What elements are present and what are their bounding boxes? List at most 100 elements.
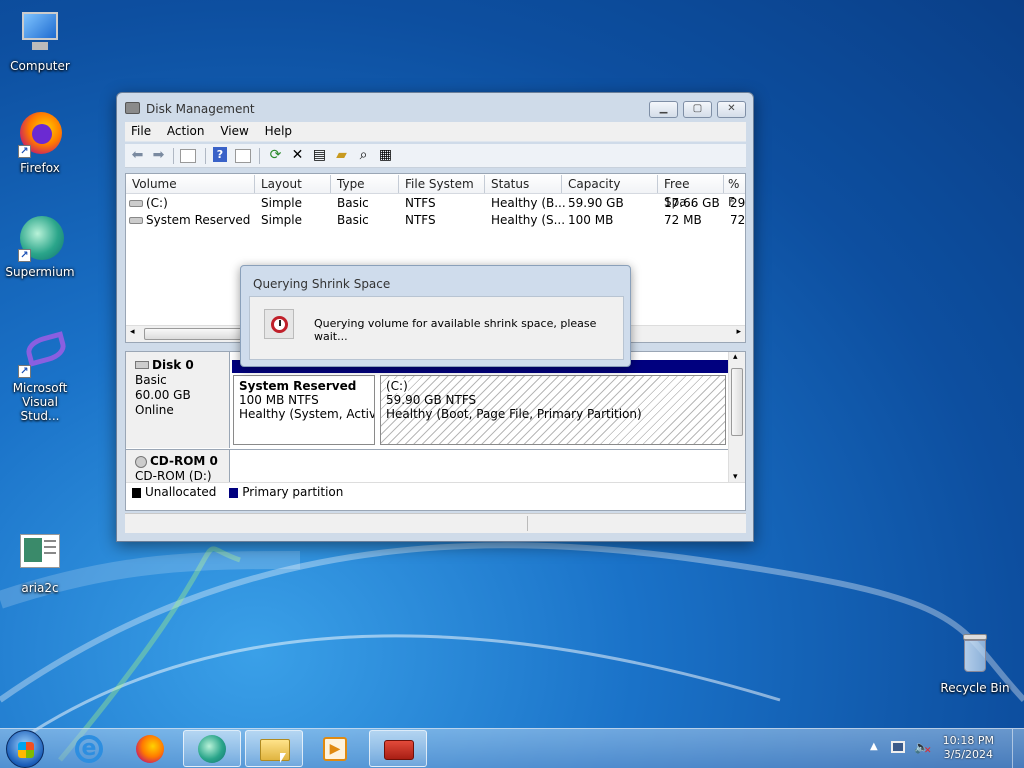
title-bar[interactable]: Disk Management ▁ ▢ ✕ [117, 93, 753, 123]
taskbar-supermium-button[interactable] [183, 730, 241, 767]
partition-size: 59.90 GB NTFS [386, 393, 477, 407]
clock-icon [264, 309, 294, 339]
menu-view[interactable]: View [214, 122, 254, 140]
internet-explorer-icon: e [75, 735, 103, 763]
menu-help[interactable]: Help [259, 122, 298, 140]
taskbar-computer-management-button[interactable] [369, 730, 427, 767]
desktop-icon-computer[interactable]: Computer [0, 8, 80, 73]
menu-action[interactable]: Action [161, 122, 211, 140]
window-title: Disk Management [146, 102, 255, 116]
back-arrow-icon[interactable]: ⬅ [129, 147, 146, 164]
supermium-icon: ↗ [16, 214, 64, 262]
scroll-down-icon[interactable]: ▾ [733, 472, 738, 482]
maximize-button[interactable]: ▢ [683, 101, 712, 118]
disk-0-partitions: System Reserved 100 MB NTFS Healthy (Sys… [232, 360, 728, 446]
toolbar-separator [173, 148, 174, 164]
scroll-right-icon[interactable]: ▸ [736, 327, 741, 337]
properties-pane-icon[interactable] [235, 149, 251, 163]
scroll-up-icon[interactable]: ▴ [733, 352, 738, 362]
explore-icon[interactable]: ⌕ [355, 147, 372, 164]
properties-icon[interactable]: ▤ [311, 147, 328, 164]
help-icon[interactable]: ? [213, 147, 227, 162]
volume-fs: NTFS [405, 196, 436, 210]
column-file-system[interactable]: File System [399, 175, 485, 193]
media-player-icon: ▶ [323, 737, 347, 761]
unallocated-swatch [132, 487, 141, 498]
network-icon[interactable] [891, 741, 905, 753]
volume-list-header: Volume Layout Type File System Status Ca… [126, 174, 745, 209]
volume-type: Basic [337, 213, 369, 227]
delete-icon[interactable]: ✕ [289, 147, 306, 164]
desktop-icon-firefox[interactable]: ↗ Firefox [0, 110, 80, 175]
menu-file[interactable]: File [125, 122, 157, 140]
show-hidden-icons-icon[interactable]: ▲ [870, 741, 878, 752]
cdrom-0-label[interactable]: CD-ROM 0 CD-ROM (D:) [126, 450, 230, 483]
scrollbar-thumb[interactable] [731, 368, 743, 436]
column-layout[interactable]: Layout [255, 175, 331, 193]
column-type[interactable]: Type [331, 175, 399, 193]
taskbar-explorer-button[interactable] [245, 730, 303, 767]
legend-primary-partition: Primary partition [242, 485, 344, 499]
desktop-icon-supermium[interactable]: ↗ Supermium [0, 214, 80, 279]
status-bar [125, 513, 746, 533]
disk-map[interactable]: Disk 0 Basic 60.00 GB Online System Rese… [125, 351, 746, 511]
desktop-icon-label: Supermium [5, 265, 75, 279]
firefox-icon [136, 735, 164, 763]
volume-capacity: 59.90 GB [568, 196, 624, 210]
disk-size: 60.00 GB [135, 388, 191, 402]
show-hide-console-tree-icon[interactable] [180, 149, 196, 163]
desktop-icon-aria2c[interactable]: aria2c [0, 530, 80, 595]
volume-status: Healthy (B... [491, 196, 566, 210]
desktop-icon-visual-studio[interactable]: ↗ Microsoft Visual Stud... [0, 330, 80, 423]
c-drive-partition[interactable]: (C:) 59.90 GB NTFS Healthy (Boot, Page F… [380, 375, 726, 445]
column-percent-free[interactable]: % F [724, 175, 745, 209]
volume-row[interactable]: (C:) Simple Basic NTFS Healthy (B... 59.… [126, 195, 745, 212]
desktop-icon-recycle-bin[interactable]: Recycle Bin [935, 630, 1015, 695]
partition-size: 100 MB NTFS [239, 393, 319, 407]
partition-name: (C:) [386, 379, 408, 393]
querying-shrink-dialog[interactable]: Querying Shrink Space Querying volume fo… [240, 265, 631, 367]
drive-icon [129, 200, 143, 207]
visual-studio-icon: ↗ [16, 330, 69, 378]
show-desktop-button[interactable] [1012, 729, 1024, 768]
column-volume[interactable]: Volume [126, 175, 255, 193]
toolbar-separator [205, 148, 206, 164]
volume-name: (C:) [146, 196, 168, 210]
column-status[interactable]: Status [485, 175, 562, 193]
desktop-icon-label: Computer [10, 59, 70, 73]
taskbar: e ▶ ▲ 🔈 ✕ 10:18 PM 3/5/2024 [0, 728, 1024, 768]
minimize-button[interactable]: ▁ [649, 101, 678, 118]
taskbar-media-player-button[interactable]: ▶ [306, 730, 364, 767]
system-reserved-partition[interactable]: System Reserved 100 MB NTFS Healthy (Sys… [233, 375, 375, 445]
forward-arrow-icon[interactable]: ➡ [150, 147, 167, 164]
taskbar-ie-button[interactable]: e [60, 730, 118, 767]
column-capacity[interactable]: Capacity [562, 175, 658, 193]
recycle-bin-icon [951, 630, 999, 678]
volume-fs: NTFS [405, 213, 436, 227]
volume-type: Basic [337, 196, 369, 210]
vertical-scrollbar[interactable]: ▴ ▾ [728, 352, 745, 482]
open-folder-icon[interactable]: ▰ [333, 147, 350, 164]
start-button[interactable] [6, 730, 44, 768]
document-icon [16, 530, 64, 578]
toolbar-separator [259, 148, 260, 164]
disk-management-icon [125, 102, 140, 114]
dialog-message: Querying volume for available shrink spa… [314, 317, 597, 343]
scroll-left-icon[interactable]: ◂ [130, 327, 135, 337]
disk-name: CD-ROM 0 [150, 454, 218, 468]
volume-layout: Simple [261, 213, 302, 227]
primary-partition-swatch [229, 487, 239, 498]
desktop-icon-label: aria2c [21, 581, 59, 595]
system-clock[interactable]: 10:18 PM 3/5/2024 [943, 734, 994, 762]
legend: Unallocated Primary partition [126, 482, 745, 502]
volume-muted-icon[interactable]: 🔈 ✕ [914, 740, 932, 756]
more-options-icon[interactable]: ▦ [377, 147, 394, 164]
column-free-space[interactable]: Free Spa... [658, 175, 724, 209]
disk-0-label[interactable]: Disk 0 Basic 60.00 GB Online [126, 352, 230, 448]
taskbar-firefox-button[interactable] [121, 730, 179, 767]
refresh-icon[interactable]: ⟳ [267, 147, 284, 164]
close-button[interactable]: ✕ [717, 101, 746, 118]
partition-name: System Reserved [239, 379, 357, 393]
clock-time: 10:18 PM [942, 734, 994, 747]
volume-row[interactable]: System Reserved Simple Basic NTFS Health… [126, 212, 745, 229]
